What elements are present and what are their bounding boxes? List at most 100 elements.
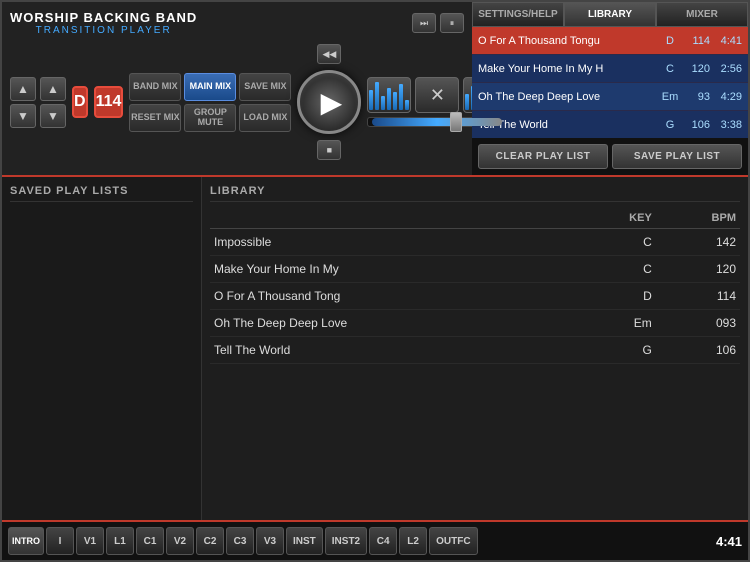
playlist-item[interactable]: Tell The World G 106 3:38 (472, 111, 748, 138)
lib-song-key: Em (576, 310, 655, 337)
app-subtitle: TRANSITION PLAYER (10, 25, 197, 36)
library-col-key: KEY (576, 208, 655, 229)
playlist-item[interactable]: Oh The Deep Deep Love Em 93 4:29 (472, 83, 748, 111)
small-transport: ◀◀ (317, 44, 341, 64)
song-time: 4:29 (710, 91, 742, 103)
crossfade-btn[interactable]: ✕ (415, 77, 459, 113)
i-btn[interactable]: I (46, 527, 74, 555)
bpm-display: 114 (94, 86, 124, 118)
slider-track (372, 118, 502, 126)
l1-btn[interactable]: L1 (106, 527, 134, 555)
l2-btn[interactable]: L2 (399, 527, 427, 555)
app-title-block: WORSHIP BACKING BAND TRANSITION PLAYER (10, 10, 197, 36)
key-up-btn[interactable]: ▲ (10, 77, 36, 101)
c4-btn[interactable]: C4 (369, 527, 397, 555)
bpm-up-btn[interactable]: ▲ (40, 77, 66, 101)
key-down-btn[interactable]: ▼ (10, 104, 36, 128)
right-panel: SETTINGS/HELP LIBRARY MIXER O For A Thou… (472, 2, 748, 175)
song-name: Tell The World (478, 119, 658, 131)
left-controls: WORSHIP BACKING BAND TRANSITION PLAYER ⏭… (2, 2, 472, 175)
lib-song-name: Oh The Deep Deep Love (210, 310, 576, 337)
lib-song-name: Make Your Home In My (210, 256, 576, 283)
song-name: O For A Thousand Tongu (478, 35, 658, 47)
lib-song-bpm: 120 (656, 256, 740, 283)
inst-btn[interactable]: INST (286, 527, 323, 555)
mix-row-2: RESET MIX GROUP MUTE LOAD MIX (129, 104, 291, 132)
lib-song-name: Tell The World (210, 337, 576, 364)
bar5 (393, 92, 397, 110)
stop-btn[interactable]: ■ (317, 140, 341, 160)
library-panel: LIBRARY KEY BPM Impossible C 142 (202, 177, 748, 520)
lib-song-bpm: 106 (656, 337, 740, 364)
tab-mixer[interactable]: MIXER (656, 2, 748, 27)
library-table: KEY BPM Impossible C 142 Make Your Home … (210, 208, 740, 364)
bar2 (375, 82, 379, 110)
lib-song-bpm: 114 (656, 283, 740, 310)
bars-left-btn[interactable] (367, 77, 411, 113)
fast-forward-btn[interactable]: ⏭ (412, 13, 436, 33)
clear-playlist-btn[interactable]: CLEAR PLAY LIST (478, 144, 608, 169)
song-bpm: 120 (682, 63, 710, 75)
c1-btn[interactable]: C1 (136, 527, 164, 555)
song-name: Oh The Deep Deep Love (478, 91, 658, 103)
library-row[interactable]: O For A Thousand Tong D 114 (210, 283, 740, 310)
slider-thumb[interactable] (450, 112, 462, 132)
lib-song-name: O For A Thousand Tong (210, 283, 576, 310)
playlist-container: O For A Thousand Tongu D 114 4:41 Make Y… (472, 27, 748, 138)
library-row[interactable]: Make Your Home In My C 120 (210, 256, 740, 283)
inst2-btn[interactable]: INST2 (325, 527, 367, 555)
top-section: WORSHIP BACKING BAND TRANSITION PLAYER ⏭… (2, 2, 748, 177)
lib-song-key: C (576, 229, 655, 256)
save-mix-btn[interactable]: SAVE MIX (239, 73, 291, 101)
song-time: 4:41 (710, 35, 742, 47)
save-playlist-btn[interactable]: SAVE PLAY LIST (612, 144, 742, 169)
c2-btn[interactable]: C2 (196, 527, 224, 555)
bar7 (405, 100, 409, 110)
library-row[interactable]: Tell The World G 106 (210, 337, 740, 364)
rewind-btn[interactable]: ◀◀ (317, 44, 341, 64)
tab-settings[interactable]: SETTINGS/HELP (472, 2, 564, 27)
v1-btn[interactable]: V1 (76, 527, 104, 555)
play-area: ◀◀ ▶ ■ (297, 44, 361, 160)
pause-btn[interactable]: ⏸ (440, 13, 464, 33)
song-bpm: 106 (682, 119, 710, 131)
bar1 (369, 90, 373, 110)
mix-row-1: BAND MIX MAIN MIX SAVE MIX (129, 73, 291, 101)
library-row[interactable]: Impossible C 142 (210, 229, 740, 256)
c3-btn[interactable]: C3 (226, 527, 254, 555)
song-key: C (658, 63, 682, 75)
bars-left-visual (369, 80, 409, 110)
master-slider[interactable] (367, 117, 507, 127)
v3-btn[interactable]: V3 (256, 527, 284, 555)
mix-buttons: BAND MIX MAIN MIX SAVE MIX RESET MIX GRO… (129, 73, 291, 132)
bpm-down-btn[interactable]: ▼ (40, 104, 66, 128)
bar3 (381, 96, 385, 110)
library-row[interactable]: Oh The Deep Deep Love Em 093 (210, 310, 740, 337)
lib-song-name: Impossible (210, 229, 576, 256)
v2-btn[interactable]: V2 (166, 527, 194, 555)
bottom-time: 4:41 (716, 534, 742, 549)
lib-song-key: G (576, 337, 655, 364)
load-mix-btn[interactable]: LOAD MIX (239, 104, 291, 132)
band-mix-btn[interactable]: BAND MIX (129, 73, 181, 101)
bar4 (387, 88, 391, 110)
bar6 (399, 84, 403, 110)
intro-btn[interactable]: INTRO (8, 527, 44, 555)
group-mute-btn[interactable]: GROUP MUTE (184, 104, 236, 132)
bottom-bar: INTRO I V1 L1 C1 V2 C2 C3 V3 INST INST2 … (2, 520, 748, 560)
app-container: WORSHIP BACKING BAND TRANSITION PLAYER ⏭… (0, 0, 750, 562)
tab-library[interactable]: LIBRARY (564, 2, 656, 27)
play-button[interactable]: ▶ (297, 70, 361, 134)
library-header: LIBRARY (210, 185, 740, 202)
song-time: 2:56 (710, 63, 742, 75)
playlist-item[interactable]: Make Your Home In My H C 120 2:56 (472, 55, 748, 83)
playlist-item[interactable]: O For A Thousand Tongu D 114 4:41 (472, 27, 748, 55)
reset-mix-btn[interactable]: RESET MIX (129, 104, 181, 132)
outfc-btn[interactable]: OUTFC (429, 527, 477, 555)
top-transport: ⏭ ⏸ (412, 13, 464, 33)
saved-playlists-panel: SAVED PLAY LISTS (2, 177, 202, 520)
main-mix-btn[interactable]: MAIN MIX (184, 73, 236, 101)
play-icon: ▶ (321, 86, 343, 119)
playlist-actions: CLEAR PLAY LIST SAVE PLAY LIST (472, 138, 748, 175)
song-bpm: 114 (682, 35, 710, 47)
